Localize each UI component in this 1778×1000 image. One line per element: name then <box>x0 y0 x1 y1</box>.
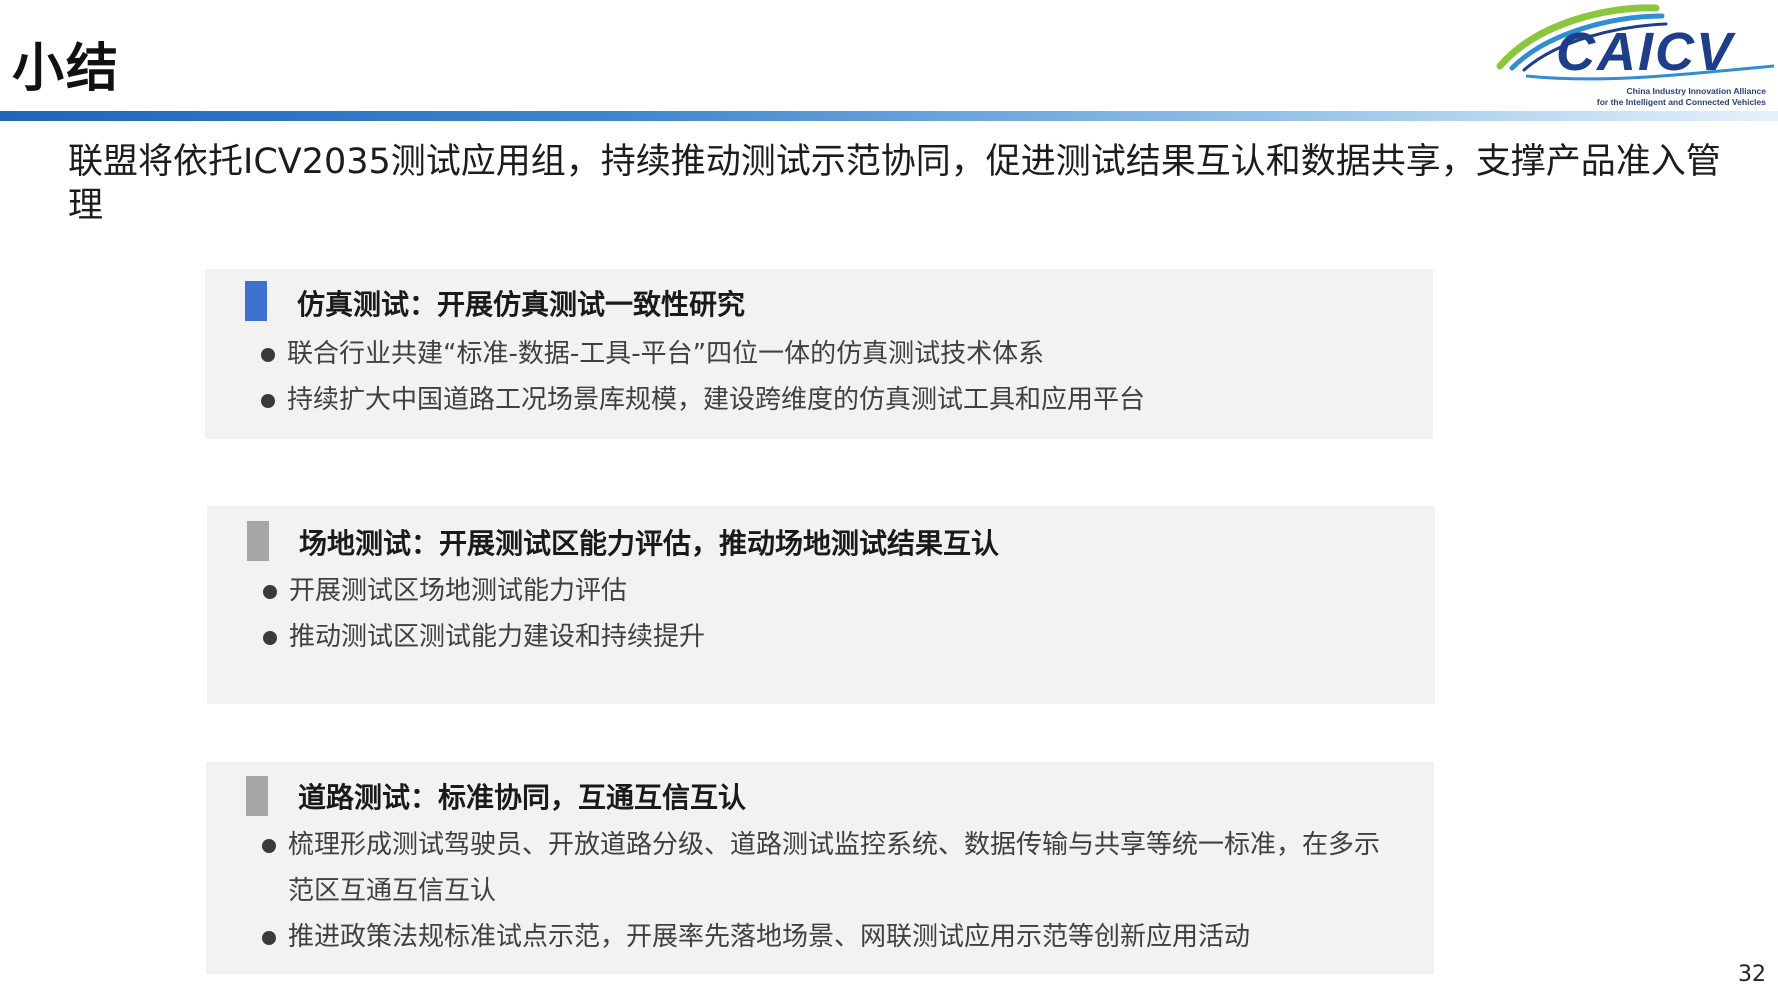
list-item: 持续扩大中国道路工况场景库规模，建设跨维度的仿真测试工具和应用平台 <box>257 377 1413 423</box>
logo-subtitle-line1: China Industry Innovation Alliance <box>1626 86 1766 96</box>
slide-title: 小结 <box>12 39 121 99</box>
intro-paragraph: 联盟将依托ICV2035测试应用组，持续推动测试示范协同，促进测试结果互认和数据… <box>68 142 1721 226</box>
bullet-list: 梳理形成测试驾驶员、开放道路分级、道路测试监控系统、数据传输与共享等统一标准，在… <box>258 822 1404 960</box>
bullet-dot-icon <box>263 585 277 599</box>
bullet-dot-icon <box>261 394 275 408</box>
list-item: 开展测试区场地测试能力评估 <box>259 568 1415 614</box>
caicv-logo-graphic: CAICV <box>1496 4 1775 82</box>
section-title: 场地测试：开展测试区能力评估，推动场地测试结果互认 <box>299 527 1000 560</box>
bullet-list: 开展测试区场地测试能力评估 推动测试区测试能力建设和持续提升 <box>259 568 1415 660</box>
bullet-dot-icon <box>262 839 276 853</box>
section-marker <box>245 281 267 321</box>
list-item: 梳理形成测试驾驶员、开放道路分级、道路测试监控系统、数据传输与共享等统一标准，在… <box>258 822 1404 914</box>
bullet-text: 开展测试区场地测试能力评估 <box>289 576 628 606</box>
bullet-text: 推动测试区测试能力建设和持续提升 <box>289 622 706 652</box>
logo-subtitle-line2: for the Intelligent and Connected Vehicl… <box>1596 97 1766 107</box>
section-simulation-panel: 仿真测试：开展仿真测试一致性研究 联合行业共建“标准-数据-工具-平台”四位一体… <box>205 269 1433 439</box>
list-item: 推进政策法规标准试点示范，开展率先落地场景、网联测试应用示范等创新应用活动 <box>258 914 1404 960</box>
bullet-text: 梳理形成测试驾驶员、开放道路分级、道路测试监控系统、数据传输与共享等统一标准，在… <box>288 830 1381 906</box>
caicv-logo: CAICV China Industry Innovation Alliance… <box>1486 4 1776 108</box>
bullet-text: 联合行业共建“标准-数据-工具-平台”四位一体的仿真测试技术体系 <box>287 339 1045 369</box>
bullet-dot-icon <box>262 931 276 945</box>
bullet-text: 持续扩大中国道路工况场景库规模，建设跨维度的仿真测试工具和应用平台 <box>287 385 1146 415</box>
section-title: 仿真测试：开展仿真测试一致性研究 <box>297 288 746 321</box>
page-number: 32 <box>1738 962 1766 987</box>
list-item: 推动测试区测试能力建设和持续提升 <box>259 614 1415 660</box>
bullet-text: 推进政策法规标准试点示范，开展率先落地场景、网联测试应用示范等创新应用活动 <box>288 922 1251 952</box>
list-item: 联合行业共建“标准-数据-工具-平台”四位一体的仿真测试技术体系 <box>257 331 1413 377</box>
section-site-panel: 场地测试：开展测试区能力评估，推动场地测试结果互认 开展测试区场地测试能力评估 … <box>207 506 1435 704</box>
bullet-list: 联合行业共建“标准-数据-工具-平台”四位一体的仿真测试技术体系 持续扩大中国道… <box>257 331 1413 423</box>
bullet-dot-icon <box>263 631 277 645</box>
section-road-panel: 道路测试：标准协同，互通互信互认 梳理形成测试驾驶员、开放道路分级、道路测试监控… <box>206 762 1434 974</box>
section-marker <box>247 521 269 561</box>
header-divider-bar <box>0 111 1778 121</box>
section-marker <box>246 776 268 816</box>
bullet-dot-icon <box>261 348 275 362</box>
section-title: 道路测试：标准协同，互通互信互认 <box>298 781 747 814</box>
